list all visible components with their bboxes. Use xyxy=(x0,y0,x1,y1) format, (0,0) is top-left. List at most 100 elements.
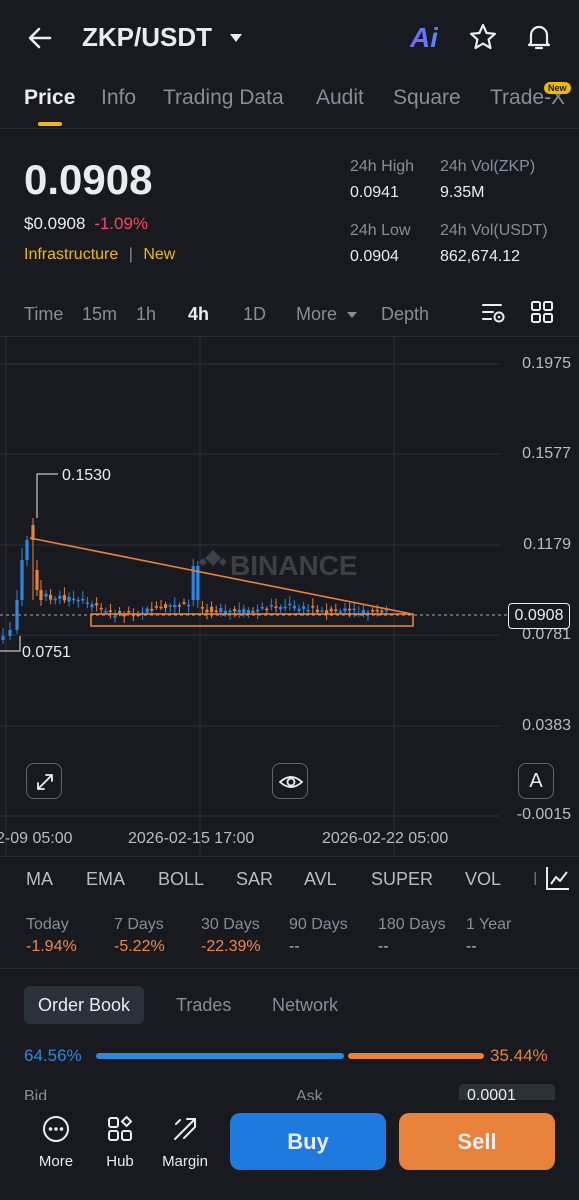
perf-label: 90 Days xyxy=(289,916,348,933)
buy-button[interactable]: Buy xyxy=(230,1113,386,1170)
candle-body xyxy=(104,611,108,613)
candle-body xyxy=(1,636,5,640)
price-change: -1.09% xyxy=(94,214,149,233)
nav-hub[interactable]: Hub xyxy=(90,1114,150,1170)
candle-body xyxy=(315,609,319,613)
candle-body xyxy=(256,609,260,612)
candle-body xyxy=(39,590,43,600)
indicator-sar[interactable]: SAR xyxy=(236,869,273,890)
auto-scale-button[interactable]: A xyxy=(518,763,554,799)
visibility-toggle-button[interactable] xyxy=(272,763,308,799)
tab-audit[interactable]: Audit xyxy=(316,86,364,110)
indicator-boll[interactable]: BOLL xyxy=(158,869,204,890)
eye-icon xyxy=(278,776,304,788)
new-tag[interactable]: New xyxy=(143,246,175,263)
favorite-star-icon[interactable] xyxy=(468,22,498,52)
candle-body xyxy=(274,606,278,608)
candle-body xyxy=(164,604,168,608)
candle-body xyxy=(20,560,24,600)
current-price-tag: 0.0908 xyxy=(508,603,570,629)
indicator-edit-area[interactable] xyxy=(536,860,579,898)
active-tab-indicator xyxy=(38,122,62,126)
tab-square[interactable]: Square xyxy=(393,86,461,110)
candle-body xyxy=(361,609,365,614)
candle-body xyxy=(35,570,39,590)
vol-quote-label: 24h Vol(USDT) xyxy=(440,222,548,239)
notification-bell-icon[interactable] xyxy=(524,22,554,52)
candle-body xyxy=(95,603,99,606)
tab-price[interactable]: Price xyxy=(24,86,75,110)
more-chevron-icon[interactable] xyxy=(346,310,358,320)
candle-body xyxy=(228,610,232,613)
indicator-ma[interactable]: MA xyxy=(26,869,53,890)
candle-body xyxy=(233,609,237,612)
candle-body xyxy=(288,603,292,606)
candle-body xyxy=(182,602,186,604)
tab-network[interactable]: Network xyxy=(272,986,338,1024)
candle-body xyxy=(375,609,379,612)
candle-body xyxy=(145,608,149,613)
chevron-down-icon[interactable] xyxy=(228,30,244,46)
candle-body xyxy=(251,611,255,613)
perf-value: -- xyxy=(466,938,477,955)
candle-body xyxy=(260,606,264,609)
watermark-text: BINANCE xyxy=(230,550,358,581)
chart-settings-icon[interactable] xyxy=(480,300,506,326)
x-tick: 2026-02-15 17:00 xyxy=(128,830,255,847)
tf-15m[interactable]: 15m xyxy=(82,304,117,325)
new-badge: New xyxy=(544,82,571,94)
candle-body xyxy=(283,606,287,609)
candle-body xyxy=(99,607,103,610)
vol-quote-value: 862,674.12 xyxy=(440,248,521,265)
x-tick: 2-09 05:00 xyxy=(0,830,73,847)
perf-label: 180 Days xyxy=(378,916,446,933)
candle-body xyxy=(237,609,241,613)
fullscreen-button[interactable] xyxy=(26,763,62,799)
back-arrow-icon[interactable] xyxy=(24,22,56,54)
tf-1h[interactable]: 1h xyxy=(136,304,156,325)
perf-label: 1 Year xyxy=(466,916,512,933)
sell-button[interactable]: Sell xyxy=(399,1113,555,1170)
candle-body xyxy=(58,595,62,599)
candle-body xyxy=(348,608,352,611)
candle-body xyxy=(242,608,246,613)
tag-row: Infrastructure | New xyxy=(24,246,175,264)
vol-base-label: 24h Vol(ZKP) xyxy=(440,158,536,175)
nav-margin[interactable]: Margin xyxy=(155,1114,215,1170)
perf-value: -5.22% xyxy=(114,938,165,955)
pair-title[interactable]: ZKP/USDT xyxy=(82,22,212,53)
candle-body xyxy=(85,602,89,605)
category-tag[interactable]: Infrastructure xyxy=(24,246,118,263)
indicator-ema[interactable]: EMA xyxy=(86,869,125,890)
layout-grid-icon[interactable] xyxy=(530,300,554,324)
margin-icon xyxy=(174,1118,196,1140)
candle-body xyxy=(380,610,384,613)
indicator-chart-icon xyxy=(546,867,569,890)
candle-body xyxy=(127,611,131,613)
more-dots-icon xyxy=(43,1116,69,1142)
tf-depth[interactable]: Depth xyxy=(381,304,429,325)
indicator-super[interactable]: SUPER xyxy=(371,869,433,890)
tab-trading-data[interactable]: Trading Data xyxy=(163,86,284,110)
candle-body xyxy=(265,608,269,611)
tf-1d[interactable]: 1D xyxy=(243,304,266,325)
nav-more[interactable]: More xyxy=(26,1114,86,1170)
perf-label: Today xyxy=(26,916,69,933)
tf-4h[interactable]: 4h xyxy=(188,304,209,325)
tab-order-book[interactable]: Order Book xyxy=(24,986,145,1024)
bid-percent: 64.56% xyxy=(24,1046,82,1065)
indicator-vol[interactable]: VOL xyxy=(465,869,501,890)
indicator-avl[interactable]: AVL xyxy=(304,869,337,890)
ai-button[interactable]: Ai xyxy=(410,22,438,54)
tf-time[interactable]: Time xyxy=(24,304,63,325)
tab-info[interactable]: Info xyxy=(101,86,136,110)
chart-grid xyxy=(0,336,500,856)
tab-trades[interactable]: Trades xyxy=(176,986,231,1024)
perf-label: 7 Days xyxy=(114,916,164,933)
tf-more[interactable]: More xyxy=(296,304,337,325)
candle-body xyxy=(210,606,214,613)
candle-body xyxy=(8,630,12,636)
candle-body xyxy=(122,614,126,617)
perf-value: -- xyxy=(378,938,389,955)
candle-body xyxy=(320,610,324,612)
